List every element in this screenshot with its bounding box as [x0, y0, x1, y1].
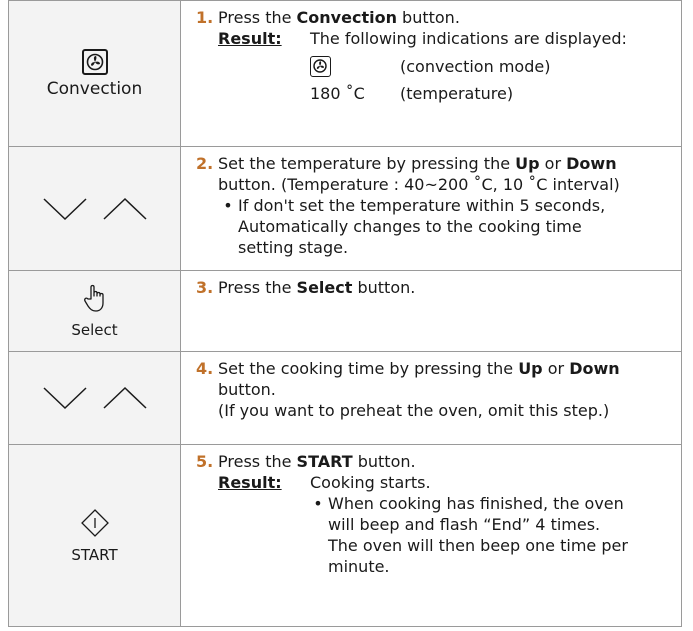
step-1-text-cell: 1. Press the Convection button. Result: Th… [180, 0, 682, 147]
step-2-icon-cell [8, 146, 181, 271]
chevron-down-icon [42, 387, 87, 410]
bullet-mark: • [223, 196, 233, 215]
bullet-text: Automatically changes to the cooking tim… [238, 217, 582, 236]
step-text: button. [396, 8, 460, 27]
bullet-text: If don't set the temperature within 5 se… [238, 196, 606, 215]
bullet-text: When cooking has finished, the oven [328, 494, 624, 513]
step-4-icon-cell [8, 351, 181, 445]
step-4-text-cell: 4. Set the cooking time by pressing the U… [180, 351, 682, 445]
convection-bold: Convection [296, 8, 397, 27]
step-row-5: START 5. Press the START button. Result: C… [8, 444, 682, 627]
up-bold: Up [515, 154, 540, 173]
down-bold: Down [566, 154, 617, 173]
chevron-up-icon [102, 386, 147, 409]
step-text: Set the temperature by pressing the [218, 154, 516, 173]
instruction-table: Convection 1. Press the Convection button… [8, 0, 682, 627]
step-5-text-cell: 5. Press the START button. Result: Cooking… [180, 444, 682, 627]
bullet-text: setting stage. [238, 238, 349, 257]
display-row-temp: 180 ˚C (temperature) [196, 83, 671, 104]
bullet-item: • When cooking has finished, the oven wi… [196, 493, 671, 577]
bullet-mark: • [313, 494, 323, 513]
step-3-text-cell: 3. Press the Select button. [180, 270, 682, 352]
bullet-text: The oven will then beep one time per [328, 536, 628, 555]
step-text: or [542, 359, 570, 378]
step-text: button. [352, 278, 416, 297]
start-bold: START [296, 452, 353, 471]
step-row-2: 2. Set the temperature by pressing the Up… [8, 146, 682, 271]
display-temp-text: (temperature) [400, 84, 514, 103]
step-number: 3. [196, 278, 214, 297]
bullet-item: • If don't set the temperature within 5 … [196, 195, 671, 258]
step-number: 1. [196, 8, 214, 27]
step-text: Press the [218, 452, 297, 471]
chevron-down-icon [42, 197, 87, 220]
step-1-icon-cell: Convection [8, 0, 181, 147]
step-number: 5. [196, 452, 214, 471]
bullet-text: minute. [328, 557, 390, 576]
step-text: Press the [218, 8, 297, 27]
chevron-up-icon [102, 197, 147, 220]
start-label: START [71, 545, 118, 564]
convection-fan-icon [81, 48, 108, 75]
step-row-3: Select 3. Press the Select button. [8, 270, 682, 352]
start-diamond-icon [80, 508, 109, 537]
up-bold: Up [518, 359, 543, 378]
convection-label: Convection [46, 78, 143, 99]
display-row-mode: (convection mode) [196, 55, 671, 77]
display-temp-value: 180 ˚C [310, 84, 365, 103]
hand-pointer-icon [83, 284, 104, 312]
step-text: button. [218, 380, 276, 399]
step-text: Set the cooking time by pressing the [218, 359, 519, 378]
step-text: button. [352, 452, 416, 471]
step-row-1: Convection 1. Press the Convection button… [8, 0, 682, 147]
bullet-text: will beep and flash “End” 4 times. [328, 515, 601, 534]
step-text: Press the [218, 278, 297, 297]
result-text: The following indications are displayed: [310, 29, 627, 48]
result-text: Cooking starts. [310, 473, 431, 492]
step-5-icon-cell: START [8, 444, 181, 627]
step-row-4: 4. Set the cooking time by pressing the U… [8, 351, 682, 445]
step-text: button. (Temperature : 40~200 ˚C, 10 ˚C … [218, 175, 620, 194]
convection-fan-icon [310, 56, 331, 77]
step-3-icon-cell: Select [8, 270, 181, 352]
step-text: or [539, 154, 567, 173]
step-text: (If you want to preheat the oven, omit t… [218, 401, 610, 420]
select-label: Select [71, 321, 118, 339]
display-mode-text: (convection mode) [400, 56, 551, 76]
step-2-text-cell: 2. Set the temperature by pressing the Up… [180, 146, 682, 271]
result-label: Result: [218, 29, 282, 48]
step-number: 4. [196, 359, 214, 378]
down-bold: Down [569, 359, 620, 378]
select-bold: Select [296, 278, 353, 297]
step-number: 2. [196, 154, 214, 173]
result-label: Result: [218, 473, 282, 492]
